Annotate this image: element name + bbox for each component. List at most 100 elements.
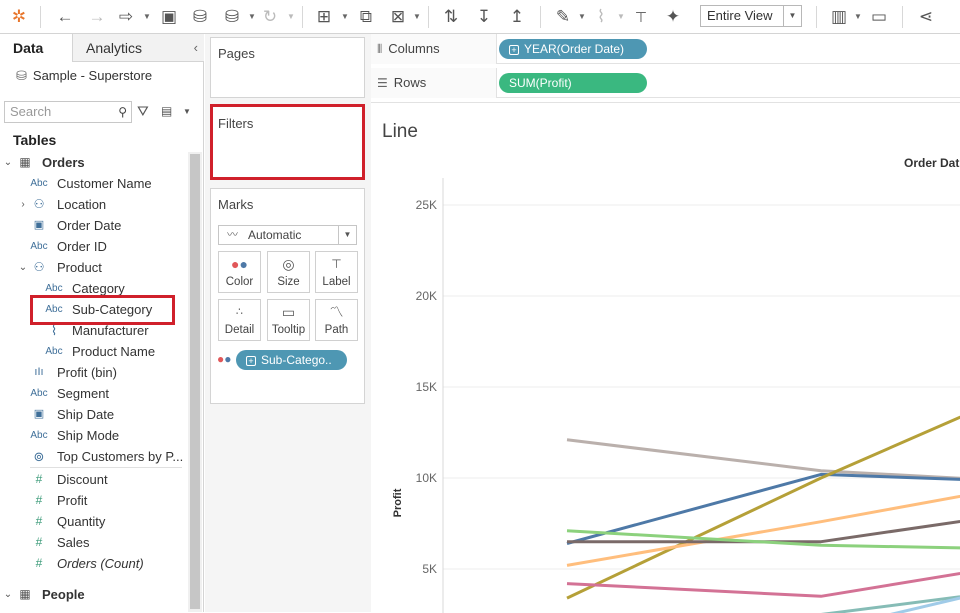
series-line-4[interactable] xyxy=(566,485,960,567)
field-location[interactable]: › ⚇ Location xyxy=(0,194,188,215)
expand-toggle-icon[interactable]: ⌄ xyxy=(3,584,13,605)
label-icon[interactable]: ⊤ xyxy=(630,6,652,28)
fit-dropdown[interactable]: Entire View ▼ xyxy=(700,5,802,27)
series-line-6[interactable] xyxy=(566,529,960,550)
new-worksheet-dropdown-icon[interactable]: ▼ xyxy=(341,12,349,21)
view-options-dropdown-icon[interactable]: ▼ xyxy=(183,107,191,116)
mark-type-dropdown[interactable]: 〰 Automatic ▼ xyxy=(218,225,357,245)
shelves-column: Pages Filters Marks 〰 Automatic ▼ ●● Col… xyxy=(205,34,371,612)
highlight-icon[interactable]: ✎ xyxy=(552,6,574,28)
share-icon[interactable]: ⋖ xyxy=(915,6,937,28)
expand-toggle-icon[interactable]: ⌄ xyxy=(3,152,13,173)
group-dropdown-icon[interactable]: ▼ xyxy=(617,12,625,21)
sort-descending-icon[interactable]: ↥ xyxy=(506,6,528,28)
tableau-logo-icon[interactable]: ✲ xyxy=(8,6,30,28)
field-product[interactable]: ⌄ ⚇ Product xyxy=(0,257,188,278)
table-people[interactable]: ⌄ ▦ People xyxy=(0,584,188,605)
refresh-icon[interactable]: ↻ xyxy=(259,6,281,28)
show-me-icon[interactable]: ▥ xyxy=(828,6,850,28)
search-input[interactable]: Search ⚲ xyxy=(4,101,132,123)
sort-ascending-icon[interactable]: ↧ xyxy=(473,6,495,28)
field-profit[interactable]: # Profit xyxy=(0,490,188,511)
field-quantity[interactable]: # Quantity xyxy=(0,511,188,532)
field-label: Quantity xyxy=(57,514,106,529)
line-chart[interactable]: 5K 10K 15K 20K 25K Profit xyxy=(371,103,960,613)
filter-icon[interactable]: ⛛ xyxy=(137,103,149,120)
toolbar-divider xyxy=(40,6,41,28)
clear-sheet-icon[interactable]: ⊠ xyxy=(387,6,409,28)
save-icon[interactable]: ▣ xyxy=(158,6,180,28)
clear-dropdown-icon[interactable]: ▼ xyxy=(413,12,421,21)
redo-icon[interactable]: → xyxy=(86,6,108,28)
field-ship-mode[interactable]: Abc Ship Mode xyxy=(0,425,188,446)
series-line-1[interactable] xyxy=(566,438,960,482)
columns-icon: ⦀ xyxy=(377,42,383,56)
replay-dropdown-icon[interactable]: ▼ xyxy=(143,12,151,21)
chevron-down-icon: ▼ xyxy=(338,226,356,244)
refresh-dropdown-icon[interactable]: ▼ xyxy=(287,12,295,21)
label-button[interactable]: ⊤ Label xyxy=(315,251,358,293)
expand-toggle-icon[interactable]: ⌄ xyxy=(18,257,28,278)
presentation-icon[interactable]: ▭ xyxy=(868,6,890,28)
field-ship-date[interactable]: ▣ Ship Date xyxy=(0,404,188,425)
view-options-icon[interactable]: ▤ xyxy=(161,104,172,118)
y-tick-label: 20K xyxy=(416,289,437,303)
field-order-date[interactable]: ▣ Order Date xyxy=(0,215,188,236)
field-sales[interactable]: # Sales xyxy=(0,532,188,553)
pages-shelf[interactable]: Pages xyxy=(210,37,365,98)
filters-shelf[interactable]: Filters xyxy=(210,104,365,180)
path-button[interactable]: 〽 Path xyxy=(315,299,358,341)
group-icon[interactable]: ⌇ xyxy=(590,6,612,28)
y-tick-label: 5K xyxy=(422,562,437,576)
color-button[interactable]: ●● Color xyxy=(218,251,261,293)
show-me-dropdown-icon[interactable]: ▼ xyxy=(854,12,862,21)
replay-icon[interactable]: ⇨ xyxy=(115,6,137,28)
columns-shelf[interactable]: ⦀ Columns + YEAR(Order Date) xyxy=(371,34,960,64)
field-orders-count[interactable]: # Orders (Count) xyxy=(0,553,188,574)
highlight-dropdown-icon[interactable]: ▼ xyxy=(578,12,586,21)
size-button[interactable]: ◎ Size xyxy=(267,251,310,293)
collapse-pane-icon[interactable]: ‹ xyxy=(194,34,198,62)
expand-icon: + xyxy=(246,356,256,366)
tab-data[interactable]: Data xyxy=(0,34,72,62)
chevron-down-icon: ▼ xyxy=(783,6,801,26)
mark-type-label: Automatic xyxy=(248,228,302,242)
undo-icon[interactable]: ← xyxy=(54,6,76,28)
field-label: Ship Mode xyxy=(57,428,120,443)
size-icon: ◎ xyxy=(282,256,295,272)
field-segment[interactable]: Abc Segment xyxy=(0,383,188,404)
datasource-name[interactable]: ⛁ Sample - Superstore xyxy=(16,68,152,84)
field-label: Discount xyxy=(57,472,108,487)
field-top-customers[interactable]: ⊚ Top Customers by P... xyxy=(0,446,188,467)
series-line-3[interactable] xyxy=(566,391,960,600)
new-worksheet-icon[interactable]: ⊞ xyxy=(313,6,335,28)
field-product-name[interactable]: Abc Product Name xyxy=(0,341,188,362)
year-order-date-pill[interactable]: + YEAR(Order Date) xyxy=(499,39,647,59)
sub-category-pill[interactable]: + Sub-Catego.. xyxy=(236,350,347,370)
rows-shelf[interactable]: ☰ Rows SUM(Profit) xyxy=(371,68,960,98)
swap-icon[interactable]: ⇅ xyxy=(440,6,462,28)
field-customer-name[interactable]: Abc Customer Name xyxy=(0,173,188,194)
pause-dropdown-icon[interactable]: ▼ xyxy=(248,12,256,21)
detail-button[interactable]: ∴ Detail xyxy=(218,299,261,341)
tab-analytics[interactable]: Analytics ‹ xyxy=(72,34,204,62)
new-datasource-icon[interactable]: ⛁ xyxy=(189,6,211,28)
pin-icon[interactable]: ✦ xyxy=(662,6,684,28)
path-icon: 〽 xyxy=(329,304,344,320)
sum-profit-pill[interactable]: SUM(Profit) xyxy=(499,73,647,93)
abc-icon: Abc xyxy=(30,430,48,441)
scroll-thumb[interactable] xyxy=(190,154,200,609)
hierarchy-icon: ⚇ xyxy=(33,260,45,274)
scrollbar[interactable] xyxy=(188,152,202,612)
field-label: Sales xyxy=(57,535,90,550)
view-canvas[interactable]: Line Order Dat 5K 10K 15K 20K 25K Profit xyxy=(371,102,960,613)
duplicate-icon[interactable]: ⧉ xyxy=(355,6,377,28)
expand-toggle-icon[interactable]: › xyxy=(18,194,28,215)
field-order-id[interactable]: Abc Order ID xyxy=(0,236,188,257)
table-orders[interactable]: ⌄ ▦ Orders xyxy=(0,152,188,173)
pause-updates-icon[interactable]: ⛁ xyxy=(221,6,243,28)
series-line-7[interactable] xyxy=(566,564,960,598)
field-discount[interactable]: # Discount xyxy=(0,469,188,490)
tooltip-button[interactable]: ▭ Tooltip xyxy=(267,299,310,341)
field-profit-bin[interactable]: ıIı Profit (bin) xyxy=(0,362,188,383)
